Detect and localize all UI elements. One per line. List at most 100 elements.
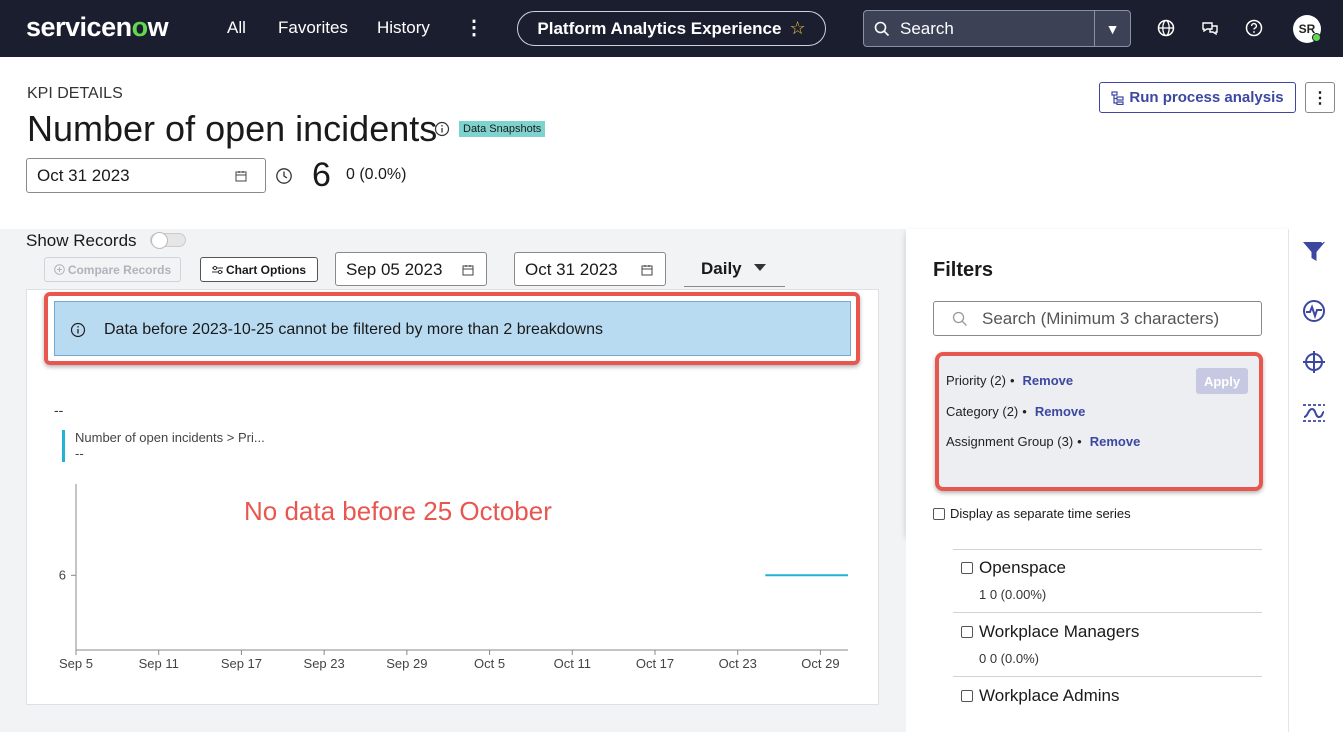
checkbox[interactable] [961,690,973,702]
top-navigation-bar: servicenow All Favorites History ⋮ Platf… [0,0,1343,57]
presence-indicator [1312,33,1321,42]
filter-search-input[interactable]: Search (Minimum 3 characters) [933,301,1262,336]
kpi-change: 0 (0.0%) [346,166,407,183]
x-tick-label: Sep 11 [139,656,179,671]
x-tick-label: Sep 17 [221,656,262,671]
end-date-field[interactable]: Oct 31 2023 [514,252,666,286]
applied-filter-assignment-group: Assignment Group (3) • Remove [946,434,1141,449]
remove-assignment-group-link[interactable]: Remove [1090,434,1141,449]
y-tick-label: 6 [59,567,66,582]
compare-records-label: Compare Records [67,262,172,277]
app-title-pill[interactable]: Platform Analytics Experience ☆ [517,11,826,46]
run-process-analysis-label: Run process analysis [1129,89,1284,106]
chevron-down-icon[interactable]: ▼ [1094,11,1130,46]
kpi-date-value: Oct 31 2023 [37,166,130,185]
activity-icon[interactable] [1301,298,1327,324]
list-item-workplace-admins[interactable]: Workplace Admins [961,686,1119,706]
x-tick-label: Oct 29 [801,656,839,671]
app-window: servicenow All Favorites History ⋮ Platf… [0,0,1343,732]
add-circle-icon [54,264,65,275]
remove-priority-link[interactable]: Remove [1023,373,1074,388]
filter-label: Priority (2) [946,373,1006,388]
clock-icon[interactable] [275,167,293,185]
filter-label: Assignment Group (3) [946,434,1074,449]
toggle-knob [151,232,168,249]
show-records-toggle[interactable] [150,232,186,249]
star-icon[interactable]: ☆ [789,18,805,39]
list-item-openspace[interactable]: Openspace [961,558,1066,578]
apply-button[interactable]: Apply [1196,368,1248,394]
calendar-icon[interactable] [462,264,474,276]
servicenow-logo[interactable]: servicenow [26,12,169,43]
legend-color-swatch [62,430,65,462]
chat-icon[interactable] [1200,18,1220,38]
chart-options-label: Chart Options [226,262,306,277]
filters-title: Filters [933,259,994,281]
app-title: Platform Analytics Experience [537,18,782,38]
x-tick-label: Oct 5 [474,656,505,671]
global-search[interactable]: Search ▼ [863,10,1131,47]
calendar-icon[interactable] [235,170,247,182]
show-records-label: Show Records [26,231,137,250]
x-tick-label: Sep 23 [304,656,345,671]
kpi-date-field[interactable]: Oct 31 2023 [26,158,266,193]
run-process-analysis-button[interactable]: Run process analysis [1099,82,1296,113]
chart-annotation: No data before 25 October [244,496,552,526]
start-date-value: Sep 05 2023 [346,260,443,279]
divider [953,612,1262,613]
nav-link-all[interactable]: All [227,18,246,38]
nav-more-menu[interactable]: ⋮ [464,15,484,40]
sliders-icon [212,265,223,274]
separate-series-option[interactable]: Display as separate time series [933,506,1131,521]
frequency-value: Daily [701,259,742,278]
remove-category-link[interactable]: Remove [1035,404,1086,419]
page-title: Number of open incidents [27,108,438,149]
separate-series-checkbox[interactable] [933,507,945,520]
notice-text: Data before 2023-10-25 cannot be filtere… [104,321,603,338]
section-label: KPI DETAILS [27,85,123,102]
threshold-icon[interactable] [1301,400,1327,426]
x-tick-label: Oct 11 [554,656,591,671]
nav-link-history[interactable]: History [377,18,430,38]
search-icon [952,311,967,326]
list-item-workplace-managers[interactable]: Workplace Managers [961,622,1139,642]
info-notice: Data before 2023-10-25 cannot be filtere… [54,301,851,356]
calendar-icon[interactable] [641,264,653,276]
chart-value-placeholder: -- [54,402,64,418]
search-icon [874,21,890,36]
nav-link-favorites[interactable]: Favorites [278,18,348,38]
start-date-field[interactable]: Sep 05 2023 [335,252,487,286]
help-icon[interactable] [1244,18,1264,38]
list-item-label: Workplace Managers [979,622,1140,641]
process-icon [1111,90,1124,105]
chart-options-button[interactable]: Chart Options [200,257,318,282]
list-item-label: Openspace [979,558,1066,577]
filter-search-placeholder: Search (Minimum 3 characters) [982,309,1220,328]
x-tick-label: Oct 23 [719,656,757,671]
list-item-stats: 1 0 (0.00%) [979,587,1047,602]
checkbox[interactable] [961,562,973,574]
x-tick-label: Sep 5 [59,656,93,671]
legend-value: -- [75,446,84,461]
filter-count-badge: 7 [1320,234,1327,246]
search-label: Search [900,18,954,38]
x-tick-label: Sep 29 [386,656,427,671]
more-actions-button[interactable]: ⋮ [1305,82,1335,113]
end-date-value: Oct 31 2023 [525,260,618,279]
frequency-select[interactable]: Daily [684,252,785,287]
y-axis-ticks: 6 [59,567,76,582]
applied-filter-category: Category (2) • Remove [946,404,1086,419]
legend-label[interactable]: Number of open incidents > Pri... [75,430,265,445]
data-snapshots-badge: Data Snapshots [459,121,546,137]
x-tick-label: Oct 17 [636,656,674,671]
info-icon[interactable] [434,121,450,137]
globe-icon[interactable] [1156,18,1176,38]
list-item-stats: 0 0 (0.0%) [979,651,1039,666]
target-icon[interactable] [1301,349,1327,375]
checkbox[interactable] [961,626,973,638]
list-item-label: Workplace Admins [979,686,1120,705]
compare-records-button[interactable]: Compare Records [44,257,181,282]
divider [953,676,1262,677]
separate-series-label: Display as separate time series [950,506,1131,521]
filter-label: Category (2) [946,404,1019,419]
